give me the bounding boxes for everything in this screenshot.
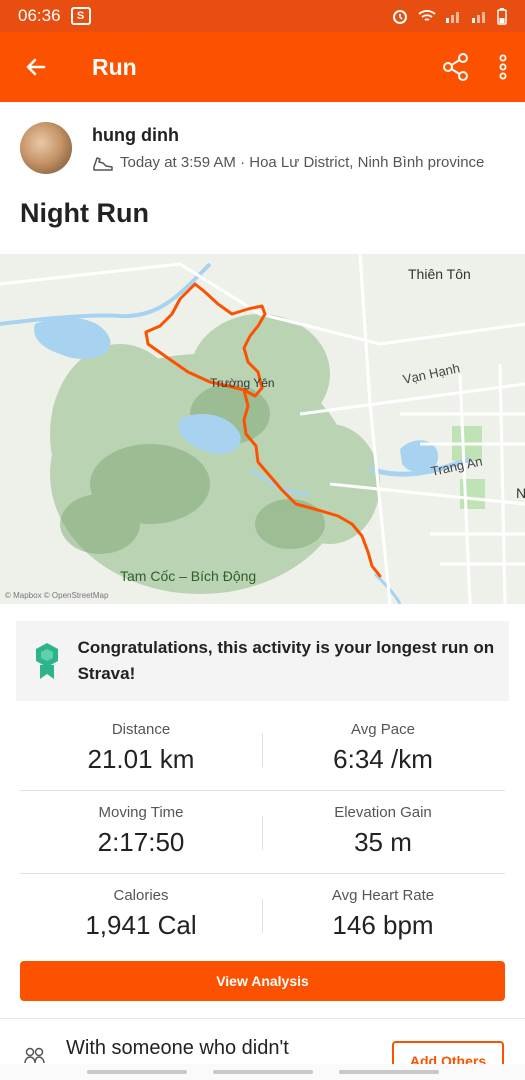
wifi-icon	[418, 10, 436, 21]
status-time: 06:36	[18, 6, 61, 25]
stats-grid: Distance 21.01 km Avg Pace 6:34 /km Movi…	[20, 708, 505, 957]
map-label-thien-ton: Thiên Tôn	[408, 266, 471, 282]
page-title: Run	[92, 53, 137, 80]
stat-distance: Distance 21.01 km	[20, 708, 262, 790]
activity-meta: Today at 3:59 AM · Hoa Lư District, Ninh…	[92, 154, 484, 171]
stat-avg-heart-rate: Avg Heart Rate 146 bpm	[262, 874, 504, 957]
athlete-header: hung dinh Today at 3:59 AM · Hoa Lư Dist…	[0, 102, 525, 194]
stats-row: Moving Time 2:17:50 Elevation Gain 35 m	[20, 791, 505, 874]
stat-label: Moving Time	[98, 804, 184, 821]
athlete-name[interactable]: hung dinh	[92, 125, 484, 146]
achievement-badge	[16, 641, 78, 681]
map-label-edge: N	[516, 485, 525, 501]
stat-label: Avg Pace	[351, 721, 415, 738]
stat-value: 1,941 Cal	[85, 910, 197, 940]
stat-value: 2:17:50	[97, 827, 185, 857]
achievement-text: Congratulations, this activity is your l…	[77, 638, 495, 683]
map-label-truong-yen: Trường Yên	[210, 376, 275, 390]
map-label-tam-coc: Tam Cốc – Bích Động	[120, 568, 256, 584]
gesture-indicator	[212, 1070, 313, 1074]
route-map[interactable]: Thiên Tôn Vạn Hạnh Trường Yên Trang An N…	[0, 254, 525, 604]
more-vertical-icon[interactable]	[499, 54, 507, 80]
arrow-left-icon	[26, 58, 46, 76]
stat-label: Elevation Gain	[334, 804, 432, 821]
activity-meta-text: Today at 3:59 AM · Hoa Lư District, Ninh…	[120, 154, 485, 171]
stat-label: Avg Heart Rate	[331, 887, 435, 904]
alarm-icon	[393, 10, 407, 24]
avatar[interactable]	[20, 122, 72, 174]
stat-elevation-gain: Elevation Gain 35 m	[262, 791, 504, 873]
app-bar: Run	[0, 32, 525, 102]
stats-row: Distance 21.01 km Avg Pace 6:34 /km	[20, 708, 505, 791]
stat-avg-pace: Avg Pace 6:34 /km	[262, 708, 504, 790]
map-attribution: © Mapbox © OpenStreetMap	[5, 591, 109, 600]
shoe-icon	[93, 156, 113, 171]
with-others-text: With someone who didn't	[66, 1037, 289, 1059]
stat-value: 6:34 /km	[333, 744, 433, 774]
stat-value: 146 bpm	[332, 910, 434, 940]
view-analysis-button[interactable]: View Analysis	[20, 961, 505, 1001]
activity-title: Night Run	[20, 198, 149, 228]
people-icon	[24, 1047, 45, 1063]
gesture-bar	[0, 1064, 525, 1080]
status-icons	[391, 7, 507, 25]
share-icon[interactable]	[441, 52, 471, 82]
stat-value: 35 m	[354, 827, 412, 857]
back-button[interactable]	[0, 55, 72, 79]
status-bar: 06:36 S	[0, 0, 525, 32]
stats-row: Calories 1,941 Cal Avg Heart Rate 146 bp…	[20, 874, 505, 957]
stat-label: Calories	[113, 887, 169, 904]
battery-icon	[497, 8, 507, 25]
stat-calories: Calories 1,941 Cal	[20, 874, 262, 957]
stat-value: 21.01 km	[87, 744, 195, 774]
gesture-indicator	[86, 1070, 187, 1074]
stat-moving-time: Moving Time 2:17:50	[20, 791, 262, 873]
achievement-banner: Congratulations, this activity is your l…	[16, 621, 509, 701]
signal-icon	[446, 12, 459, 23]
signal-icon-2	[472, 12, 485, 23]
map-canvas: Thiên Tôn Vạn Hạnh Trường Yên Trang An N…	[0, 254, 525, 604]
gesture-indicator	[338, 1070, 439, 1074]
notification-badge: S	[70, 7, 91, 25]
stat-label: Distance	[111, 721, 171, 738]
medal-icon	[35, 643, 58, 679]
